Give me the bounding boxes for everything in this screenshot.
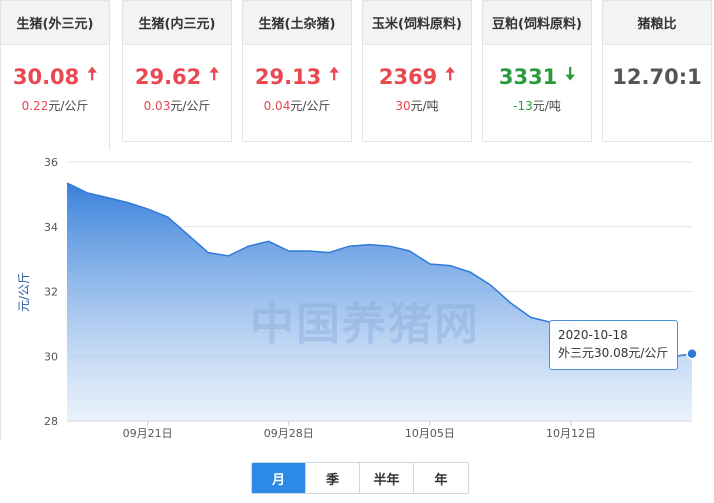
data-point[interactable] — [448, 264, 452, 268]
tooltip-date: 2020-10-18 — [558, 328, 628, 342]
data-point[interactable] — [267, 239, 271, 243]
data-point[interactable] — [287, 249, 291, 253]
y-tick-label: 36 — [44, 156, 58, 169]
data-point[interactable] — [226, 254, 230, 258]
highlighted-data-point[interactable] — [686, 347, 698, 360]
range-quarter-button[interactable]: 季 — [306, 463, 360, 493]
range-halfyear-button[interactable]: 半年 — [360, 463, 414, 493]
y-tick-label: 28 — [44, 415, 58, 428]
data-point[interactable] — [126, 201, 130, 205]
data-point[interactable] — [428, 262, 432, 266]
range-month-button[interactable]: 月 — [252, 463, 306, 493]
data-point[interactable] — [327, 251, 331, 255]
data-point[interactable] — [85, 191, 89, 195]
data-point[interactable] — [468, 270, 472, 274]
chart-tooltip: 2020-10-18 外三元30.08元/公斤 — [549, 320, 678, 370]
y-tick-label: 30 — [44, 350, 58, 363]
x-tick-label: 09月21日 — [123, 427, 173, 440]
x-tick-label: 10月12日 — [546, 427, 596, 440]
data-point[interactable] — [105, 196, 109, 200]
tooltip-text: 外三元30.08元/公斤 — [558, 346, 669, 360]
x-tick-label: 10月05日 — [405, 427, 455, 440]
chart-svg: 28 30 32 34 36 09月21日 09月28日 10月05日 10月12日 元/公斤 — [17, 156, 698, 440]
data-point[interactable] — [488, 283, 492, 287]
data-point[interactable] — [206, 251, 210, 255]
watermark: 中国养猪网 — [250, 299, 480, 350]
data-point[interactable] — [186, 233, 190, 237]
data-point[interactable] — [307, 249, 311, 253]
range-selector: 月 季 半年 年 — [251, 462, 469, 494]
y-tick-label: 32 — [44, 286, 58, 299]
data-point[interactable] — [408, 249, 412, 253]
data-point[interactable] — [347, 244, 351, 248]
data-point[interactable] — [388, 244, 392, 248]
data-point[interactable] — [146, 207, 150, 211]
x-tick-label: 09月28日 — [264, 427, 314, 440]
data-point[interactable] — [247, 244, 251, 248]
data-point[interactable] — [65, 181, 69, 185]
data-point[interactable] — [509, 301, 513, 305]
data-point[interactable] — [367, 243, 371, 247]
y-axis-label: 元/公斤 — [17, 272, 31, 312]
data-point[interactable] — [529, 315, 533, 319]
y-tick-label: 34 — [44, 221, 58, 234]
range-year-button[interactable]: 年 — [414, 463, 468, 493]
data-point[interactable] — [166, 215, 170, 219]
